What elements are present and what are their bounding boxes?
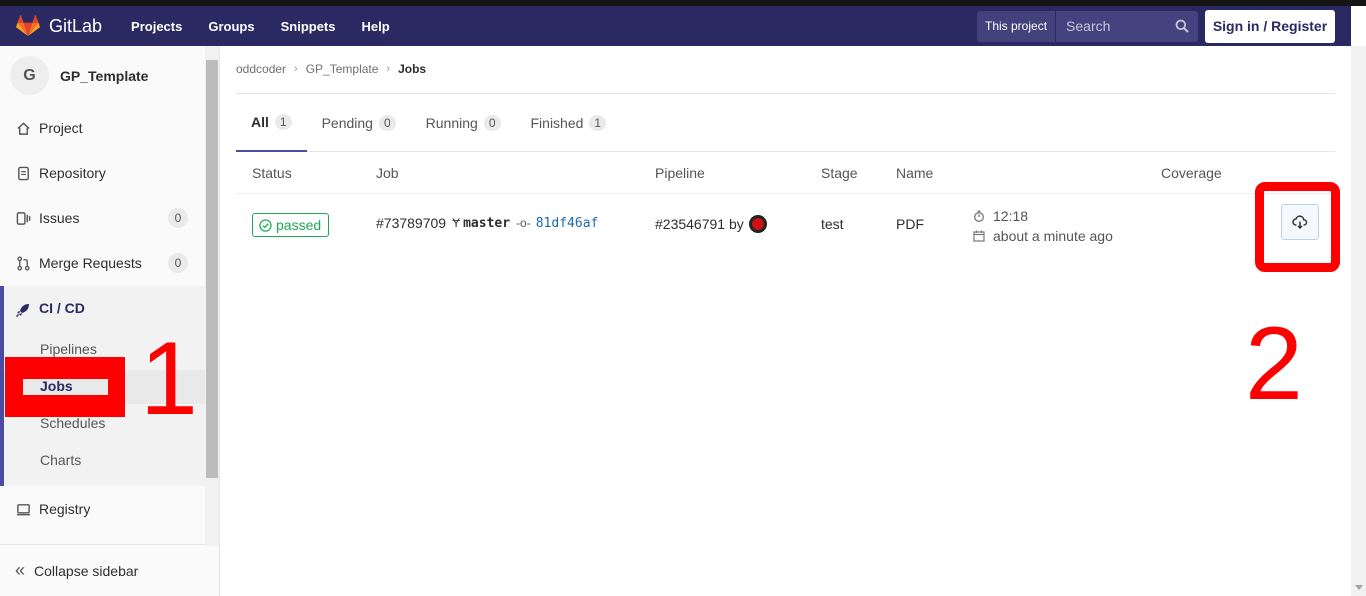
issues-icon (15, 210, 31, 226)
sidebar-scrollbar-thumb[interactable] (206, 60, 218, 478)
status-badge[interactable]: passed (252, 213, 330, 237)
sidebar-item-merge-requests[interactable]: Merge Requests 0 (0, 241, 205, 285)
annotation-box-jobs (5, 357, 125, 417)
issues-count-badge: 0 (168, 208, 188, 228)
status-text: passed (276, 217, 322, 233)
job-duration: 12:18 (993, 208, 1029, 224)
branch-ref-link[interactable]: master (463, 216, 510, 231)
commit-icon: -o- (516, 216, 531, 230)
tab-finished[interactable]: Finished 1 (516, 94, 622, 152)
tab-label: All (251, 114, 269, 130)
registry-icon (15, 501, 31, 517)
nav-groups-link[interactable]: Groups (202, 15, 260, 38)
chevron-right-icon: › (294, 63, 298, 75)
column-header-pipeline: Pipeline (655, 165, 705, 181)
tab-label: Finished (530, 115, 584, 131)
breadcrumb: oddcoder › GP_Template › Jobs (236, 62, 426, 76)
project-name: GP_Template (60, 67, 149, 84)
sidebar-project-header[interactable]: G GP_Template (10, 56, 148, 95)
annotation-number-one: 1 (140, 321, 198, 437)
timer-icon (974, 210, 984, 222)
annotation-box-download (1255, 182, 1340, 272)
scroll-down-arrow-icon[interactable] (1355, 585, 1363, 590)
nav-snippets-link[interactable]: Snippets (275, 15, 342, 38)
column-header-stage: Stage (821, 165, 858, 181)
sign-in-register-button[interactable]: Sign in / Register (1205, 10, 1335, 43)
sidebar-item-repository[interactable]: Repository (0, 151, 205, 195)
job-cell: #73789709 Ɏ master -o- 81df46af (376, 215, 598, 231)
search-input[interactable]: Search (1056, 11, 1199, 42)
tab-running[interactable]: Running 0 (411, 94, 516, 152)
branch-icon: Ɏ (452, 216, 461, 230)
sidebar-item-cicd[interactable]: CI / CD (39, 300, 85, 316)
sidebar-item-label: Issues (39, 210, 80, 226)
sidebar-item-issues[interactable]: Issues 0 (0, 196, 205, 240)
commit-sha-link[interactable]: 81df46af (536, 216, 599, 231)
pipeline-id-link[interactable]: #23546791 (655, 216, 725, 232)
home-icon (15, 120, 31, 136)
tab-label: Running (425, 115, 478, 131)
tab-count-badge: 0 (483, 115, 501, 131)
tanuki-icon (16, 15, 40, 36)
sidebar-item-registry[interactable]: Registry (0, 487, 205, 531)
calendar-icon (973, 230, 985, 242)
rocket-icon (15, 304, 29, 318)
breadcrumb-link-owner[interactable]: oddcoder (236, 62, 286, 76)
logo-text: GitLab (49, 15, 103, 36)
job-name-cell: PDF (896, 216, 924, 232)
tab-all[interactable]: All 1 (236, 94, 307, 152)
search-icon[interactable] (1175, 19, 1189, 33)
collapse-sidebar-label: Collapse sidebar (34, 562, 139, 579)
doc-icon (15, 165, 31, 181)
gitlab-logo[interactable]: GitLab (16, 6, 102, 46)
column-header-name: Name (896, 165, 934, 181)
job-scope-tabs: All 1 Pending 0 Running 0 Finished 1 (236, 94, 1335, 152)
breadcrumb-link-project[interactable]: GP_Template (306, 62, 379, 76)
sidebar-item-label: Merge Requests (39, 255, 142, 271)
sidebar-item-label: Registry (39, 501, 91, 517)
column-header-coverage: Coverage (1161, 165, 1222, 181)
breadcrumb-current[interactable]: Jobs (398, 62, 426, 76)
annotation-number-two: 2 (1245, 306, 1303, 422)
job-id-link[interactable]: #73789709 (376, 215, 446, 231)
stage-cell: test (821, 216, 844, 232)
project-avatar: G (10, 56, 49, 95)
tab-label: Pending (321, 115, 373, 131)
column-header-job: Job (376, 165, 399, 181)
column-header-status: Status (252, 165, 292, 181)
sidebar-item-project[interactable]: Project (0, 106, 205, 150)
tab-count-badge: 1 (274, 114, 292, 130)
tab-count-badge: 0 (378, 115, 396, 131)
search-scope-badge[interactable]: This project (977, 11, 1057, 42)
table-row: passed #73789709 Ɏ master -o- 81df46af #… (236, 194, 1335, 254)
sidebar-subitem-pipelines[interactable]: Pipelines (40, 341, 97, 357)
pipeline-cell: #23546791 by (655, 215, 767, 233)
top-navbar: GitLab Projects Groups Snippets Help Thi… (0, 6, 1351, 46)
sidebar-subitem-schedules[interactable]: Schedules (40, 415, 105, 431)
collapse-sidebar-button[interactable]: « Collapse sidebar (0, 544, 205, 596)
search-placeholder: Search (1066, 18, 1111, 34)
jobs-table-header: Status Job Pipeline Stage Name Coverage (236, 152, 1335, 194)
search-box: This project Search (977, 11, 1199, 42)
user-avatar[interactable] (748, 215, 767, 233)
nav-projects-link[interactable]: Projects (125, 15, 188, 38)
chevron-right-icon: › (386, 63, 391, 75)
merge-requests-count-badge: 0 (168, 253, 188, 273)
sidebar-item-label: Project (39, 120, 83, 136)
check-circle-icon (259, 218, 272, 232)
merge-request-icon (15, 255, 31, 271)
sidebar-item-label: Repository (39, 165, 106, 181)
page-scrollbar[interactable] (1351, 46, 1366, 596)
sidebar-subitem-charts[interactable]: Charts (40, 452, 81, 468)
double-chevron-left-icon: « (15, 560, 26, 580)
nav-help-link[interactable]: Help (356, 15, 396, 38)
tab-pending[interactable]: Pending 0 (307, 94, 411, 152)
pipeline-by-text: by (728, 216, 744, 232)
job-finished-time: about a minute ago (993, 228, 1113, 244)
timing-cell: 12:18 about a minute ago (973, 206, 1113, 246)
tab-count-badge: 1 (589, 115, 607, 131)
